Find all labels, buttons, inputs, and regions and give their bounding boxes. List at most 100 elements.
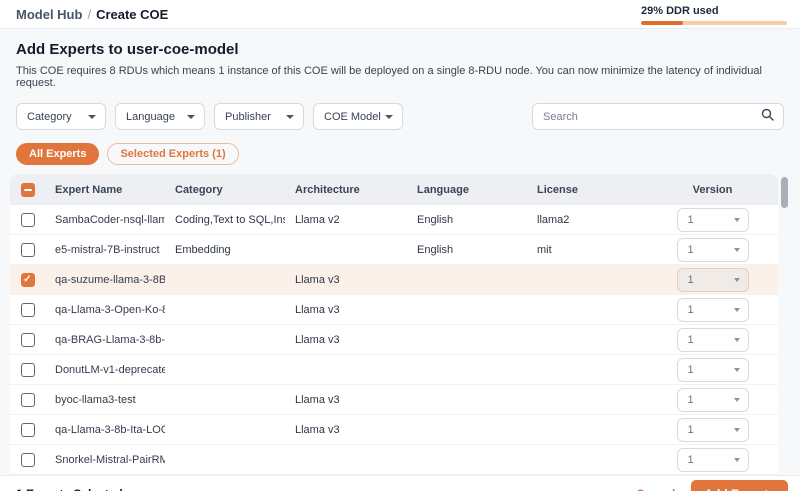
row-checkbox[interactable] bbox=[21, 303, 35, 317]
column-header-version: Version bbox=[647, 184, 778, 196]
breadcrumb-create-coe: Create COE bbox=[96, 7, 168, 22]
search-icon[interactable] bbox=[761, 108, 774, 126]
expert-name-cell: qa-Llama-3-8b-Ita-LOC... bbox=[45, 424, 165, 436]
expert-name-cell: Snorkel-Mistral-PairRM-... bbox=[45, 454, 165, 466]
row-checkbox[interactable] bbox=[21, 273, 35, 287]
table-row[interactable]: SambaCoder-nsql-llama-... Coding,Text to… bbox=[10, 205, 778, 235]
search-input[interactable] bbox=[543, 111, 761, 123]
architecture-cell: Llama v2 bbox=[285, 214, 407, 226]
select-all-checkbox[interactable] bbox=[21, 183, 35, 197]
column-header-license: License bbox=[527, 184, 647, 196]
breadcrumb-separator: / bbox=[87, 7, 91, 22]
version-select[interactable]: 1 bbox=[677, 328, 749, 352]
chevron-down-icon bbox=[385, 115, 393, 119]
breadcrumb: Model Hub / Create COE bbox=[16, 7, 168, 22]
coe-model-filter-label: COE Model bbox=[324, 111, 381, 123]
table-row[interactable]: qa-suzume-llama-3-8B-... Llama v3 1 bbox=[10, 265, 778, 295]
tab-selected-experts[interactable]: Selected Experts (1) bbox=[107, 143, 238, 165]
language-filter-label: Language bbox=[126, 111, 175, 123]
table-row[interactable]: qa-Llama-3-Open-Ko-8B... Llama v3 1 bbox=[10, 295, 778, 325]
vertical-scrollbar-thumb[interactable] bbox=[781, 177, 788, 208]
version-value: 1 bbox=[688, 454, 694, 466]
license-cell: llama2 bbox=[527, 214, 647, 226]
chevron-down-icon bbox=[286, 115, 294, 119]
expert-name-cell: qa-Llama-3-Open-Ko-8B... bbox=[45, 304, 165, 316]
chevron-down-icon bbox=[88, 115, 96, 119]
coe-model-filter-dropdown[interactable]: COE Model bbox=[313, 103, 403, 130]
ddr-progress-fill bbox=[641, 21, 683, 25]
expert-name-cell: qa-suzume-llama-3-8B-... bbox=[45, 274, 165, 286]
experts-table: Expert Name Category Architecture Langua… bbox=[10, 174, 792, 475]
selected-count-text: 1 Experts Selected bbox=[16, 487, 123, 491]
version-value: 1 bbox=[688, 394, 694, 406]
publisher-filter-dropdown[interactable]: Publisher bbox=[214, 103, 304, 130]
top-bar: Model Hub / Create COE 29% DDR used bbox=[0, 0, 800, 29]
expert-name-cell: e5-mistral-7B-instruct bbox=[45, 244, 165, 256]
license-cell: mit bbox=[527, 244, 647, 256]
version-select[interactable]: 1 bbox=[677, 388, 749, 412]
table-row[interactable]: Snorkel-Mistral-PairRM-... 1 bbox=[10, 445, 778, 475]
expert-tabs: All Experts Selected Experts (1) bbox=[16, 143, 784, 165]
version-select[interactable]: 1 bbox=[677, 298, 749, 322]
language-filter-dropdown[interactable]: Language bbox=[115, 103, 205, 130]
row-checkbox[interactable] bbox=[21, 393, 35, 407]
category-cell: Embedding bbox=[165, 244, 285, 256]
page-title: Add Experts to user-coe-model bbox=[16, 41, 784, 58]
version-select[interactable]: 1 bbox=[677, 268, 749, 292]
breadcrumb-model-hub[interactable]: Model Hub bbox=[16, 7, 82, 22]
version-select[interactable]: 1 bbox=[677, 208, 749, 232]
version-select[interactable]: 1 bbox=[677, 238, 749, 262]
language-cell: English bbox=[407, 214, 527, 226]
category-filter-label: Category bbox=[27, 111, 72, 123]
chevron-down-icon bbox=[734, 248, 740, 252]
main-content: Add Experts to user-coe-model This COE r… bbox=[0, 29, 800, 475]
row-checkbox[interactable] bbox=[21, 453, 35, 467]
add-experts-button[interactable]: Add Experts bbox=[691, 480, 788, 491]
chevron-down-icon bbox=[734, 308, 740, 312]
version-select[interactable]: 1 bbox=[677, 358, 749, 382]
version-select[interactable]: 1 bbox=[677, 448, 749, 472]
ddr-usage-widget: 29% DDR used bbox=[641, 3, 787, 25]
architecture-cell: Llama v3 bbox=[285, 334, 407, 346]
row-checkbox[interactable] bbox=[21, 423, 35, 437]
chevron-down-icon bbox=[734, 458, 740, 462]
table-row[interactable]: DonutLM-v1-deprecated 1 bbox=[10, 355, 778, 385]
create-coe-page: Model Hub / Create COE 29% DDR used Add … bbox=[0, 0, 800, 491]
column-header-architecture: Architecture bbox=[285, 184, 407, 196]
row-checkbox[interactable] bbox=[21, 333, 35, 347]
page-subtitle: This COE requires 8 RDUs which means 1 i… bbox=[16, 65, 784, 89]
filter-row: Category Language Publisher COE Model bbox=[16, 103, 784, 130]
category-cell: Coding,Text to SQL,Instr... bbox=[165, 214, 285, 226]
version-select[interactable]: 1 bbox=[677, 418, 749, 442]
language-cell: English bbox=[407, 244, 527, 256]
expert-name-cell: byoc-llama3-test bbox=[45, 394, 165, 406]
table-row[interactable]: e5-mistral-7B-instruct Embedding English… bbox=[10, 235, 778, 265]
column-header-category: Category bbox=[165, 184, 285, 196]
ddr-progress-track bbox=[641, 21, 787, 25]
footer-bar: 1 Experts Selected Cancel Add Experts bbox=[0, 475, 800, 491]
chevron-down-icon bbox=[187, 115, 195, 119]
category-filter-dropdown[interactable]: Category bbox=[16, 103, 106, 130]
row-checkbox[interactable] bbox=[21, 363, 35, 377]
architecture-cell: Llama v3 bbox=[285, 424, 407, 436]
tab-all-experts[interactable]: All Experts bbox=[16, 143, 99, 165]
table-body: SambaCoder-nsql-llama-... Coding,Text to… bbox=[10, 205, 778, 475]
expert-name-cell: DonutLM-v1-deprecated bbox=[45, 364, 165, 376]
ddr-usage-label: 29% DDR used bbox=[641, 5, 787, 17]
table-header-row: Expert Name Category Architecture Langua… bbox=[10, 174, 778, 205]
column-header-expert-name: Expert Name bbox=[45, 184, 165, 196]
architecture-cell: Llama v3 bbox=[285, 394, 407, 406]
chevron-down-icon bbox=[734, 218, 740, 222]
table-row[interactable]: byoc-llama3-test Llama v3 1 bbox=[10, 385, 778, 415]
chevron-down-icon bbox=[734, 338, 740, 342]
table-row[interactable]: qa-Llama-3-8b-Ita-LOC... Llama v3 1 bbox=[10, 415, 778, 445]
table-row[interactable]: qa-BRAG-Llama-3-8b-v0... Llama v3 1 bbox=[10, 325, 778, 355]
row-checkbox[interactable] bbox=[21, 243, 35, 257]
cancel-button[interactable]: Cancel bbox=[636, 487, 675, 491]
row-checkbox[interactable] bbox=[21, 213, 35, 227]
expert-name-cell: SambaCoder-nsql-llama-... bbox=[45, 214, 165, 226]
version-value: 1 bbox=[688, 424, 694, 436]
version-value: 1 bbox=[688, 244, 694, 256]
column-header-language: Language bbox=[407, 184, 527, 196]
chevron-down-icon bbox=[734, 368, 740, 372]
